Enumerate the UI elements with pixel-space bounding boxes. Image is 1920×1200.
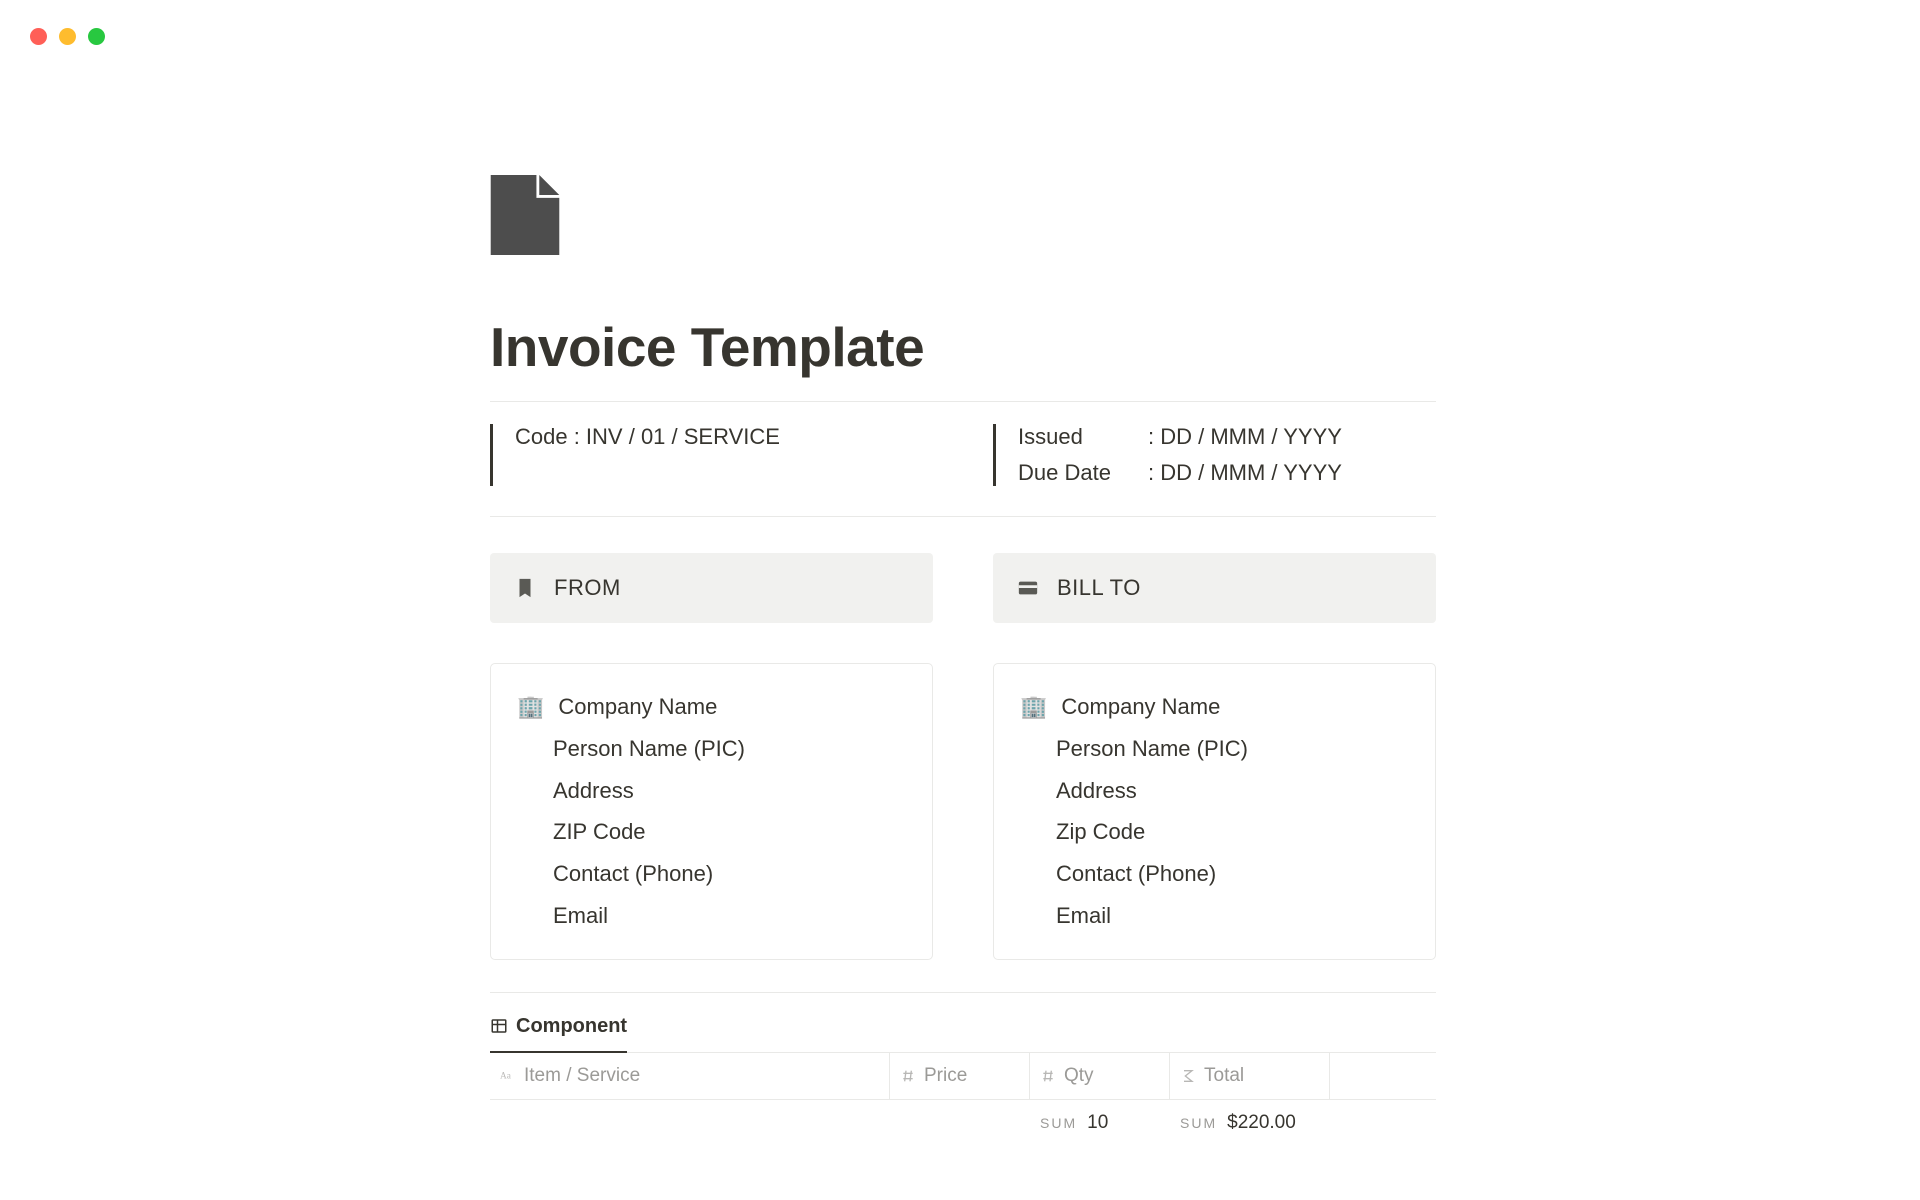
from-zip: ZIP Code bbox=[517, 811, 906, 853]
due-date-value: : DD / MMM / YYYY bbox=[1148, 460, 1342, 486]
col-spacer bbox=[1330, 1053, 1436, 1099]
sum-label: SUM bbox=[1180, 1115, 1217, 1131]
credit-card-icon bbox=[1017, 577, 1039, 599]
title-property-icon: Aa bbox=[500, 1068, 516, 1084]
billto-person: Person Name (PIC) bbox=[1020, 728, 1409, 770]
col-total[interactable]: Total bbox=[1170, 1053, 1330, 1099]
page-title[interactable]: Invoice Template bbox=[490, 315, 1436, 379]
table-sum-row: SUM 10 SUM $220.00 bbox=[490, 1100, 1436, 1134]
from-company: Company Name bbox=[558, 686, 717, 728]
office-building-icon: 🏢 bbox=[517, 686, 544, 728]
bill-to-heading-callout[interactable]: BILL TO bbox=[993, 553, 1436, 623]
number-property-icon bbox=[1040, 1068, 1056, 1084]
col-qty-label: Qty bbox=[1064, 1065, 1094, 1087]
from-contact: Contact (Phone) bbox=[517, 853, 906, 895]
from-heading-callout[interactable]: FROM bbox=[490, 553, 933, 623]
from-heading: FROM bbox=[554, 575, 621, 601]
divider bbox=[490, 992, 1436, 993]
col-price-label: Price bbox=[924, 1065, 967, 1087]
billto-zip: Zip Code bbox=[1020, 811, 1409, 853]
from-column: FROM 🏢 Company Name Person Name (PIC) Ad… bbox=[490, 553, 933, 960]
bill-to-card[interactable]: 🏢 Company Name Person Name (PIC) Address… bbox=[993, 663, 1436, 960]
billto-email: Email bbox=[1020, 895, 1409, 937]
bookmark-icon bbox=[514, 577, 536, 599]
document-page: Invoice Template Code : INV / 01 / SERVI… bbox=[490, 175, 1436, 1134]
from-card[interactable]: 🏢 Company Name Person Name (PIC) Address… bbox=[490, 663, 933, 960]
minimize-window-button[interactable] bbox=[59, 28, 76, 45]
from-person: Person Name (PIC) bbox=[517, 728, 906, 770]
bill-to-column: BILL TO 🏢 Company Name Person Name (PIC)… bbox=[993, 553, 1436, 960]
invoice-meta: Code : INV / 01 / SERVICE Issued : DD / … bbox=[490, 402, 1436, 516]
database-tabs: Component bbox=[490, 1011, 1436, 1053]
sum-qty-value: 10 bbox=[1087, 1112, 1108, 1134]
page-icon[interactable] bbox=[490, 175, 560, 255]
col-total-label: Total bbox=[1204, 1065, 1244, 1087]
tab-component-label: Component bbox=[516, 1015, 627, 1038]
from-email: Email bbox=[517, 895, 906, 937]
table-icon bbox=[490, 1017, 508, 1035]
number-property-icon bbox=[900, 1068, 916, 1084]
sum-qty-cell[interactable]: SUM 10 bbox=[1030, 1112, 1170, 1134]
fullscreen-window-button[interactable] bbox=[88, 28, 105, 45]
app-window: Invoice Template Code : INV / 01 / SERVI… bbox=[0, 0, 1920, 1200]
billto-address: Address bbox=[1020, 770, 1409, 812]
line-items-database: Component Aa Item / Service Price bbox=[490, 992, 1436, 1134]
invoice-code-block[interactable]: Code : INV / 01 / SERVICE bbox=[490, 424, 933, 486]
col-item[interactable]: Aa Item / Service bbox=[490, 1053, 890, 1099]
sum-total-value: $220.00 bbox=[1227, 1112, 1296, 1134]
table-header-row: Aa Item / Service Price Qty bbox=[490, 1053, 1436, 1100]
billto-contact: Contact (Phone) bbox=[1020, 853, 1409, 895]
issued-value: : DD / MMM / YYYY bbox=[1148, 424, 1342, 450]
window-controls bbox=[30, 28, 105, 45]
divider bbox=[490, 516, 1436, 517]
office-building-icon: 🏢 bbox=[1020, 686, 1047, 728]
issued-label: Issued bbox=[1018, 424, 1148, 450]
from-address: Address bbox=[517, 770, 906, 812]
sum-label: SUM bbox=[1040, 1115, 1077, 1131]
invoice-dates-block[interactable]: Issued : DD / MMM / YYYY Due Date : DD /… bbox=[993, 424, 1436, 486]
parties-section: FROM 🏢 Company Name Person Name (PIC) Ad… bbox=[490, 553, 1436, 960]
invoice-code: Code : INV / 01 / SERVICE bbox=[515, 424, 780, 449]
tab-component[interactable]: Component bbox=[490, 1011, 627, 1042]
svg-text:Aa: Aa bbox=[500, 1071, 512, 1081]
bill-to-heading: BILL TO bbox=[1057, 575, 1141, 601]
billto-company: Company Name bbox=[1061, 686, 1220, 728]
col-item-label: Item / Service bbox=[524, 1065, 640, 1087]
due-date-label: Due Date bbox=[1018, 460, 1148, 486]
col-qty[interactable]: Qty bbox=[1030, 1053, 1170, 1099]
formula-property-icon bbox=[1180, 1068, 1196, 1084]
close-window-button[interactable] bbox=[30, 28, 47, 45]
col-price[interactable]: Price bbox=[890, 1053, 1030, 1099]
sum-total-cell[interactable]: SUM $220.00 bbox=[1170, 1112, 1330, 1134]
